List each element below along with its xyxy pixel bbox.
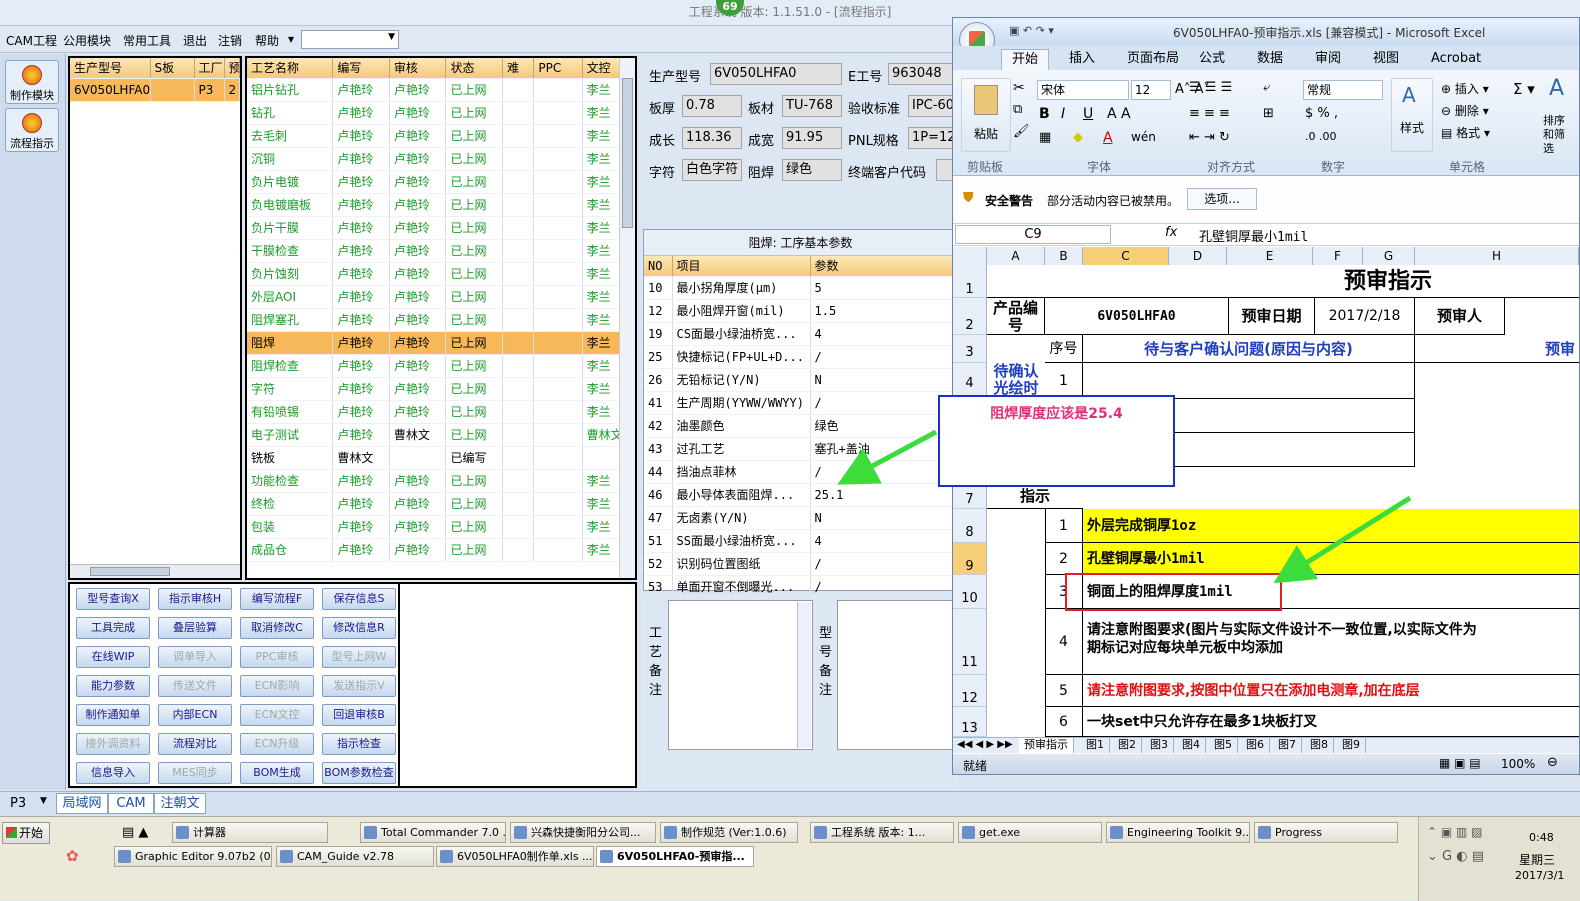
taskbar-item-label: Total Commander 7.0 ... [381,826,506,839]
taskbar-item[interactable]: 6V050LHFA0制作单.xls ... [436,846,594,867]
start-button[interactable]: 开始 [2,822,50,844]
app-icon [600,850,613,863]
taskbar-item-label: 6V050LHFA0制作单.xls ... [457,850,593,863]
taskbar-item[interactable]: 制作规范 (Ver:1.0.6) [660,822,798,843]
taskbar-item-label: CAM_Guide v2.78 [297,850,394,863]
taskbar-item[interactable]: Engineering Toolkit 9.... [1106,822,1250,843]
taskbar-item-label: Engineering Toolkit 9.... [1127,826,1250,839]
taskbar-item-label: get.exe [979,826,1021,839]
annotation-arrows [837,429,1412,584]
arrow-to-cell [1273,495,1412,584]
windows-logo-icon [6,827,17,838]
taskbar-item[interactable]: 6V050LHFA0-预审指... [596,846,754,867]
app-icon [1110,826,1123,839]
clock-date: 2017/3/1 [1515,869,1565,882]
status-combo[interactable]: P3 [10,796,26,811]
taskbar-item-label: 计算器 [193,826,226,839]
taskbar-item[interactable]: CAM_Guide v2.78 [276,846,434,867]
tab-lan[interactable]: 局域网 [56,793,108,814]
app-icon [1258,826,1271,839]
app-icon [664,826,677,839]
taskbar-item[interactable]: Graphic Editor 9.07b2 (0... [114,846,272,867]
app-icon [364,826,377,839]
taskbar-item[interactable]: Progress [1254,822,1398,843]
taskbar-item-label: Progress [1275,826,1322,839]
taskbar-item-label: 制作规范 (Ver:1.0.6) [681,826,787,839]
taskbar-item[interactable]: 计算器 [172,822,328,843]
chevron-down-icon[interactable]: ▼ [40,796,47,806]
taskbar-item[interactable]: get.exe [958,822,1102,843]
taskbar-item-label: 兴森快捷衡阳分公司... [531,826,641,839]
app-statusbar: P3 ▼ 局域网 CAM 注朝文 [0,791,1580,815]
app-icon [118,850,131,863]
taskbar-item[interactable]: 兴森快捷衡阳分公司... [510,822,656,843]
clock-weekday: 星期三 [1519,853,1556,867]
tray-icons-2[interactable]: ⌄ G ◐ ▤ [1427,849,1484,864]
clock-time[interactable]: 0:48 [1529,831,1554,844]
taskbar-item[interactable]: 工程系统 版本: 1... [810,822,954,843]
app-icon [814,826,827,839]
app-icon [440,850,453,863]
app-icon [962,826,975,839]
app-icon [176,826,189,839]
quicklaunch-flower-icon[interactable]: ✿ [66,847,79,865]
tab-user[interactable]: 注朝文 [154,793,206,814]
taskbar-item-label: 工程系统 版本: 1... [831,826,926,839]
app-icon [280,850,293,863]
tray-icons[interactable]: ⌃ ▣ ▥ ▨ [1427,825,1483,839]
tab-cam[interactable]: CAM [108,793,154,814]
arrow-to-param [837,429,938,485]
taskbar-item-label: 6V050LHFA0-预审指... [617,850,745,863]
system-tray: ⌃ ▣ ▥ ▨ ⌄ G ◐ ▤ 0:48 星期三 2017/3/1 [1418,817,1580,901]
start-label: 开始 [19,826,44,840]
taskbar-item[interactable]: Total Commander 7.0 ... [360,822,506,843]
quicklaunch-icons[interactable]: ▤ ▲ [122,825,148,840]
taskbar: 开始 ▤ ▲ ✿ 计算器 Total Commander 7.0 ... 兴森快捷衡… [0,816,1580,901]
app-icon [514,826,527,839]
taskbar-item-label: Graphic Editor 9.07b2 (0... [135,850,272,863]
